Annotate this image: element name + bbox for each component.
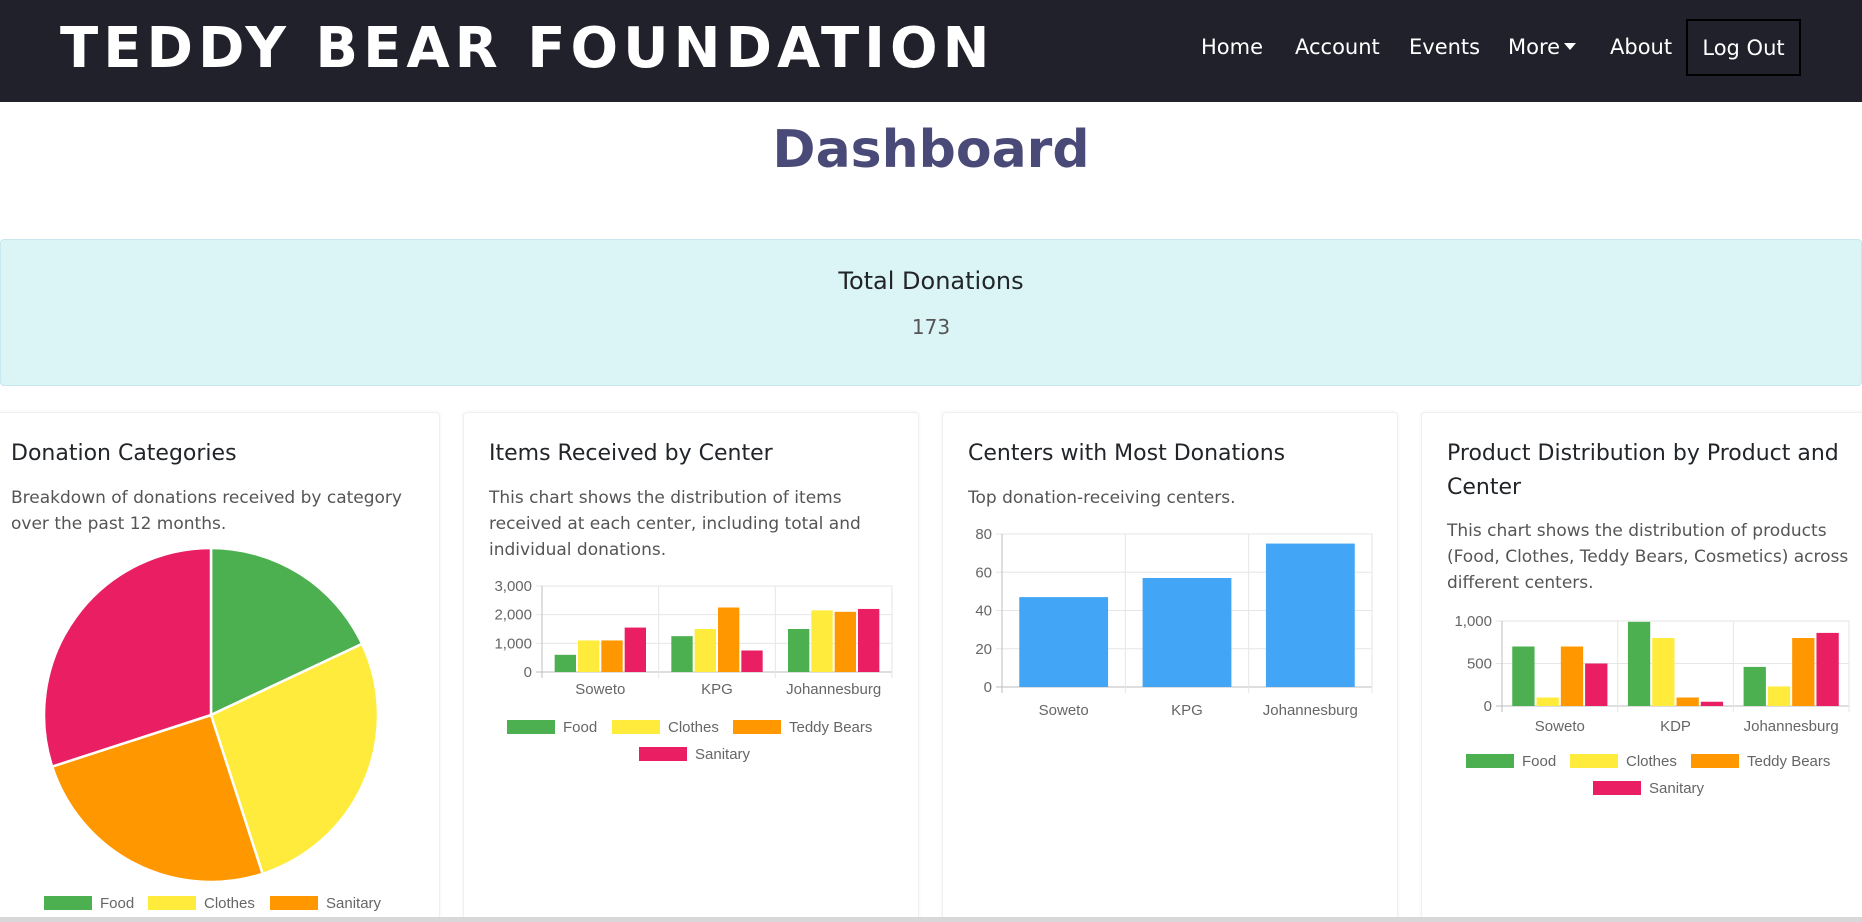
bar-johannesburg-sanitary (858, 608, 880, 672)
x-tick-label: Soweto (1039, 702, 1089, 719)
x-tick-label: Johannesburg (786, 681, 881, 698)
logout-button[interactable]: Log Out (1686, 19, 1801, 76)
caret-down-icon (1564, 42, 1577, 50)
legend-label-clothes: Clothes (204, 895, 255, 912)
card-title: Centers with Most Donations (968, 441, 1286, 466)
navbar: TEDDY BEAR FOUNDATION Home Account Event… (0, 0, 1862, 102)
bar-johannesburg-values (1265, 543, 1355, 687)
legend-swatch-clothes (1570, 754, 1618, 768)
legend-swatch-teddy-bears (1691, 754, 1739, 768)
bar-johannesburg-clothes (811, 610, 833, 672)
legend-label-teddy-bears: Teddy Bears (1747, 753, 1830, 770)
y-tick-label: 0 (524, 664, 532, 681)
legend-label-clothes: Clothes (1626, 753, 1677, 770)
card-description: This chart shows the distribution of pro… (1447, 521, 1849, 593)
bar-johannesburg-teddy-bears (1792, 638, 1815, 706)
y-tick-label: 3,000 (494, 578, 532, 595)
items-received-bar-chart: 0 1,000 2,000 3,000 Soweto KPG Johannesburg Foo… (494, 578, 893, 763)
page-title: Dashboard (772, 120, 1090, 180)
legend-label-sanitary: Sanitary (695, 746, 751, 763)
legend-label-sanitary: Sanitary (326, 895, 382, 912)
centers-most-donations-bar-chart: 0 20 40 60 80 Soweto KPG Johannesburg (975, 526, 1373, 719)
nav-home[interactable]: Home (1201, 34, 1263, 60)
legend-swatch-food (44, 896, 92, 910)
y-tick-label: 2,000 (494, 607, 532, 624)
brand-logo[interactable]: TEDDY BEAR FOUNDATION (60, 14, 994, 84)
bar-johannesburg-teddy-bears (834, 611, 856, 672)
bar-kdp-teddy-bears (1676, 697, 1699, 706)
total-donations-value: 173 (911, 315, 951, 339)
bar-kpg-teddy-bears (718, 607, 740, 672)
y-tick-label: 1,000 (1454, 613, 1492, 630)
bar-johannesburg-sanitary (1816, 632, 1839, 706)
card-description: This chart shows the distribution of ite… (489, 488, 861, 560)
x-tick-label: Johannesburg (1744, 718, 1839, 735)
legend-swatch-food (507, 720, 555, 734)
bar-soweto-teddy-bears (601, 640, 623, 672)
bar-kpg-clothes (694, 629, 716, 672)
y-tick-label: 0 (984, 679, 992, 696)
bar-soweto-food (1512, 646, 1535, 706)
y-tick-label: 60 (975, 564, 992, 581)
y-tick-label: 80 (975, 526, 992, 543)
legend-swatch-sanitary (639, 747, 687, 761)
bar-johannesburg-food (788, 629, 810, 672)
bar-soweto-sanitary (624, 627, 646, 672)
bar-kdp-clothes (1652, 638, 1675, 706)
y-tick-label: 0 (1484, 698, 1492, 715)
bar-johannesburg-clothes (1767, 686, 1791, 706)
y-tick-label: 40 (975, 603, 992, 620)
legend-swatch-food (1466, 754, 1514, 768)
legend-swatch-sanitary (1593, 781, 1641, 795)
bar-kpg-values (1142, 577, 1232, 687)
y-tick-label: 1,000 (494, 635, 532, 652)
nav-more-dropdown[interactable]: More (1508, 34, 1577, 60)
bar-johannesburg-food (1743, 666, 1766, 706)
legend-label-food: Food (100, 895, 134, 912)
bar-soweto-food (554, 654, 576, 672)
legend-label-sanitary: Sanitary (1649, 780, 1705, 797)
bar-kpg-sanitary (741, 650, 763, 672)
y-tick-label: 500 (1467, 656, 1492, 673)
x-tick-label: KPG (1171, 702, 1203, 719)
bar-soweto-values (1019, 597, 1109, 687)
nav-about[interactable]: About (1610, 34, 1672, 60)
total-donations-card: Total Donations 173 (0, 239, 1862, 386)
x-tick-label: KDP (1660, 718, 1691, 735)
card-title: Donation Categories (11, 441, 237, 466)
card-description: Top donation-receiving centers. (968, 488, 1236, 508)
page-bottom-divider (0, 917, 1862, 922)
donation-categories-pie-chart: Food Clothes Sanitary (42, 546, 382, 912)
legend-swatch-teddy-bears (733, 720, 781, 734)
nav-account[interactable]: Account (1295, 34, 1380, 60)
bar-soweto-clothes (578, 640, 600, 672)
legend-label-teddy-bears: Teddy Bears (789, 719, 872, 736)
bar-kdp-sanitary (1700, 701, 1724, 706)
legend-swatch-clothes (612, 720, 660, 734)
bar-soweto-teddy-bears (1560, 646, 1584, 706)
x-tick-label: Soweto (575, 681, 625, 698)
x-tick-label: Johannesburg (1263, 702, 1358, 719)
y-tick-label: 20 (975, 641, 992, 658)
product-distribution-bar-chart: 0 500 1,000 Soweto KDP Johannesburg Food Clothe… (1454, 613, 1850, 797)
card-description: Breakdown of donations received by categ… (11, 488, 402, 534)
legend-swatch-clothes (148, 896, 196, 910)
legend-label-food: Food (563, 719, 597, 736)
legend-label-food: Food (1522, 753, 1556, 770)
bar-soweto-sanitary (1585, 663, 1608, 706)
bar-kpg-food (671, 636, 693, 672)
total-donations-title: Total Donations (838, 267, 1024, 295)
legend-swatch-sanitary (270, 896, 318, 910)
nav-events[interactable]: Events (1409, 34, 1480, 60)
x-tick-label: Soweto (1535, 718, 1585, 735)
x-tick-label: KPG (701, 681, 733, 698)
card-title: Items Received by Center (489, 441, 773, 466)
bar-soweto-clothes (1536, 697, 1559, 706)
nav-more-label: More (1508, 35, 1561, 59)
card-title: Product Distribution by Product and Cent… (1447, 441, 1839, 500)
legend-label-clothes: Clothes (668, 719, 719, 736)
bar-kdp-food (1627, 621, 1651, 706)
